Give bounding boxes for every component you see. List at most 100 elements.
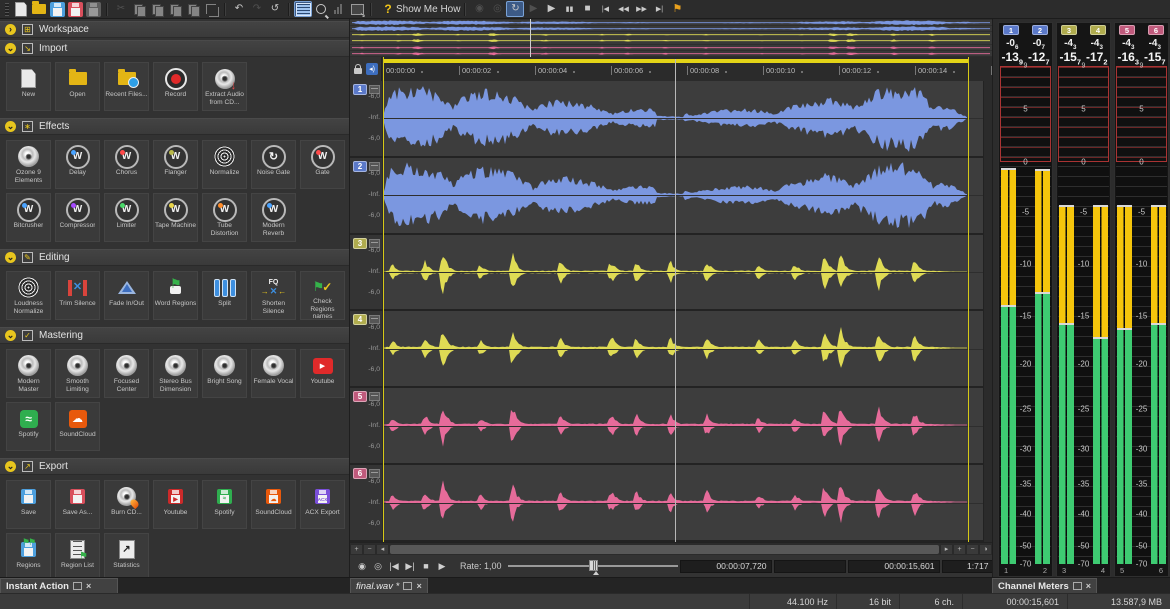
meter-area[interactable]: 950-5-10-15-20-25-30-35-40-50-70: [1116, 66, 1167, 564]
track-row-ch3[interactable]: 3—-6,0-Inf.-6,0: [350, 235, 992, 312]
selection-display[interactable]: [774, 560, 846, 573]
time-ruler[interactable]: 00:00:0000:00:0200:00:0400:00:0600:00:08…: [350, 57, 992, 82]
hzoom-out-button[interactable]: −: [363, 544, 376, 555]
action-tile-limiter[interactable]: WLimiter: [104, 193, 149, 242]
loop-small-icon[interactable]: ◉: [354, 558, 370, 574]
track-row-ch6[interactable]: 6—-6,0-Inf.-6,0: [350, 465, 992, 542]
tb-batch-script[interactable]: [348, 1, 366, 17]
action-tile-ozone-9-elements[interactable]: Ozone 9 Elements: [6, 140, 51, 189]
go-start-button[interactable]: |◀: [386, 558, 402, 574]
tb-play[interactable]: ▶: [542, 1, 560, 17]
overview-cursor[interactable]: [530, 19, 531, 57]
show-me-how-label[interactable]: Show Me How: [396, 4, 460, 15]
close-icon[interactable]: ×: [416, 581, 421, 591]
meter-channel-badge-2[interactable]: 2: [1032, 25, 1048, 35]
meter-area[interactable]: 950-5-10-15-20-25-30-35-40-50-70: [1058, 66, 1109, 564]
doc-window-icon[interactable]: [403, 582, 412, 590]
chevron-down-icon[interactable]: ⌄: [5, 252, 16, 263]
action-tile-record[interactable]: Record: [153, 62, 198, 111]
hzoom-in2-button[interactable]: +: [953, 544, 966, 555]
action-tile-spotify[interactable]: ≈Spotify: [6, 402, 51, 451]
action-tile-delay[interactable]: WDelay: [55, 140, 100, 189]
action-tile-burn-cd[interactable]: Burn CD...: [104, 480, 149, 529]
speaker-icon[interactable]: ◂): [366, 63, 378, 75]
tb-open-file[interactable]: [30, 1, 48, 17]
action-tile-acx-export[interactable]: ACXACX Export: [300, 480, 345, 529]
file-overview[interactable]: [350, 19, 992, 58]
chevron-right-icon[interactable]: ›: [5, 24, 16, 35]
meter-channel-badge-5[interactable]: 5: [1119, 25, 1135, 35]
go-end-button[interactable]: ▶|: [402, 558, 418, 574]
rate-slider[interactable]: [508, 558, 678, 574]
close-icon[interactable]: ×: [86, 581, 91, 591]
action-tile-regions[interactable]: ⚑⚑Regions: [6, 533, 51, 577]
action-tile-spotify[interactable]: ≈Spotify: [202, 480, 247, 529]
chevron-down-icon[interactable]: ⌄: [5, 461, 16, 472]
tb-trim-crop[interactable]: [202, 1, 220, 17]
track-row-ch4[interactable]: 4—-6,0-Inf.-6,0: [350, 311, 992, 388]
hzoom-in-button[interactable]: +: [350, 544, 363, 555]
tb-go-to-start[interactable]: |◀: [596, 1, 614, 17]
action-tile-open[interactable]: Open: [55, 62, 100, 111]
action-tile-tape-machine[interactable]: WTape Machine: [153, 193, 198, 242]
action-tile-split[interactable]: Split: [202, 271, 247, 320]
action-tile-shorten-silence[interactable]: FQ→✕←Shorten Silence: [251, 271, 296, 320]
action-tile-fade-in-out[interactable]: Fade In/Out: [104, 271, 149, 320]
track-row-ch1[interactable]: 1—-6,0-Inf.-6,0: [350, 81, 992, 158]
vertical-scrollbar[interactable]: [983, 81, 992, 542]
action-tile-bright-song[interactable]: Bright Song: [202, 349, 247, 398]
tb-cut[interactable]: ✂: [112, 1, 130, 17]
chevron-down-icon[interactable]: ⌄: [5, 121, 16, 132]
overview-row-ch3[interactable]: [350, 32, 992, 37]
zoom-fit-button[interactable]: ◑: [979, 544, 992, 555]
float-window-icon[interactable]: [1073, 582, 1082, 590]
action-tile-region-list[interactable]: ⚑Region List: [55, 533, 100, 577]
stop-button[interactable]: ■: [418, 558, 434, 574]
meter-area[interactable]: 950-5-10-15-20-25-30-35-40-50-70: [1000, 66, 1051, 564]
section-header-export[interactable]: ⌄↗Export: [0, 458, 349, 475]
overview-row-ch5[interactable]: [350, 45, 992, 50]
tb-record[interactable]: ◉: [470, 1, 488, 17]
tb-stop[interactable]: ■: [578, 1, 596, 17]
tab-instant-action[interactable]: Instant Action ×: [0, 578, 118, 593]
tb-paste-to-new[interactable]: [184, 1, 202, 17]
action-tile-focused-center[interactable]: Focused Center: [104, 349, 149, 398]
tb-forward[interactable]: ▶▶: [632, 1, 650, 17]
action-tile-tube-distortion[interactable]: WTube Distortion: [202, 193, 247, 242]
overview-row-ch4[interactable]: [350, 38, 992, 43]
action-tile-recent-files[interactable]: Recent Files...: [104, 62, 149, 111]
action-tile-youtube[interactable]: ▶Youtube: [153, 480, 198, 529]
track-area[interactable]: 1—-6,0-Inf.-6,02—-6,0-Inf.-6,03—-6,0-Inf…: [350, 81, 992, 542]
action-tile-flanger[interactable]: WFlanger: [153, 140, 198, 189]
tb-undo[interactable]: ↶: [230, 1, 248, 17]
action-tile-new[interactable]: New: [6, 62, 51, 111]
section-header-mastering[interactable]: ⌄✓Mastering: [0, 327, 349, 344]
tb-statistics-tool[interactable]: [330, 1, 348, 17]
record-small-icon[interactable]: ◎: [370, 558, 386, 574]
tb-record-remote[interactable]: ◎: [488, 1, 506, 17]
scroll-right-button[interactable]: ▸: [940, 544, 953, 555]
action-tile-extract-audio-from-cd[interactable]: ↓Extract Audio from CD...: [202, 62, 247, 111]
action-tile-youtube[interactable]: ▶Youtube: [300, 349, 345, 398]
action-tile-word-regions[interactable]: ⚑Word Regions: [153, 271, 198, 320]
action-tile-check-regions-names[interactable]: ⚑✓Check Regions names: [300, 271, 345, 320]
tb-undo-history[interactable]: ↺: [266, 1, 284, 17]
float-window-icon[interactable]: [73, 582, 82, 590]
zoom-ratio-display[interactable]: 1:717: [942, 560, 992, 573]
action-tile-soundcloud[interactable]: ☁SoundCloud: [55, 402, 100, 451]
tb-rewind[interactable]: ◀◀: [614, 1, 632, 17]
tb-copy[interactable]: [130, 1, 148, 17]
horizontal-scrollbar[interactable]: + − ◂ ▸ + − ◑: [350, 542, 992, 555]
meter-channel-badge-6[interactable]: 6: [1148, 25, 1164, 35]
position-display[interactable]: 00:00:07,720: [680, 560, 772, 573]
tb-loop-playback[interactable]: ↻: [506, 1, 524, 17]
section-header-import[interactable]: ⌄↘Import: [0, 40, 349, 57]
action-tile-save-as[interactable]: Save As...: [55, 480, 100, 529]
action-tile-bitcrusher[interactable]: WBitcrusher: [6, 193, 51, 242]
close-icon[interactable]: ×: [1086, 581, 1091, 591]
length-display[interactable]: 00:00:15,601: [848, 560, 940, 573]
section-header-editing[interactable]: ⌄✎Editing: [0, 249, 349, 266]
action-tile-modern-reverb[interactable]: WModern Reverb: [251, 193, 296, 242]
hzoom-out2-button[interactable]: −: [966, 544, 979, 555]
chevron-down-icon[interactable]: ⌄: [5, 330, 16, 341]
